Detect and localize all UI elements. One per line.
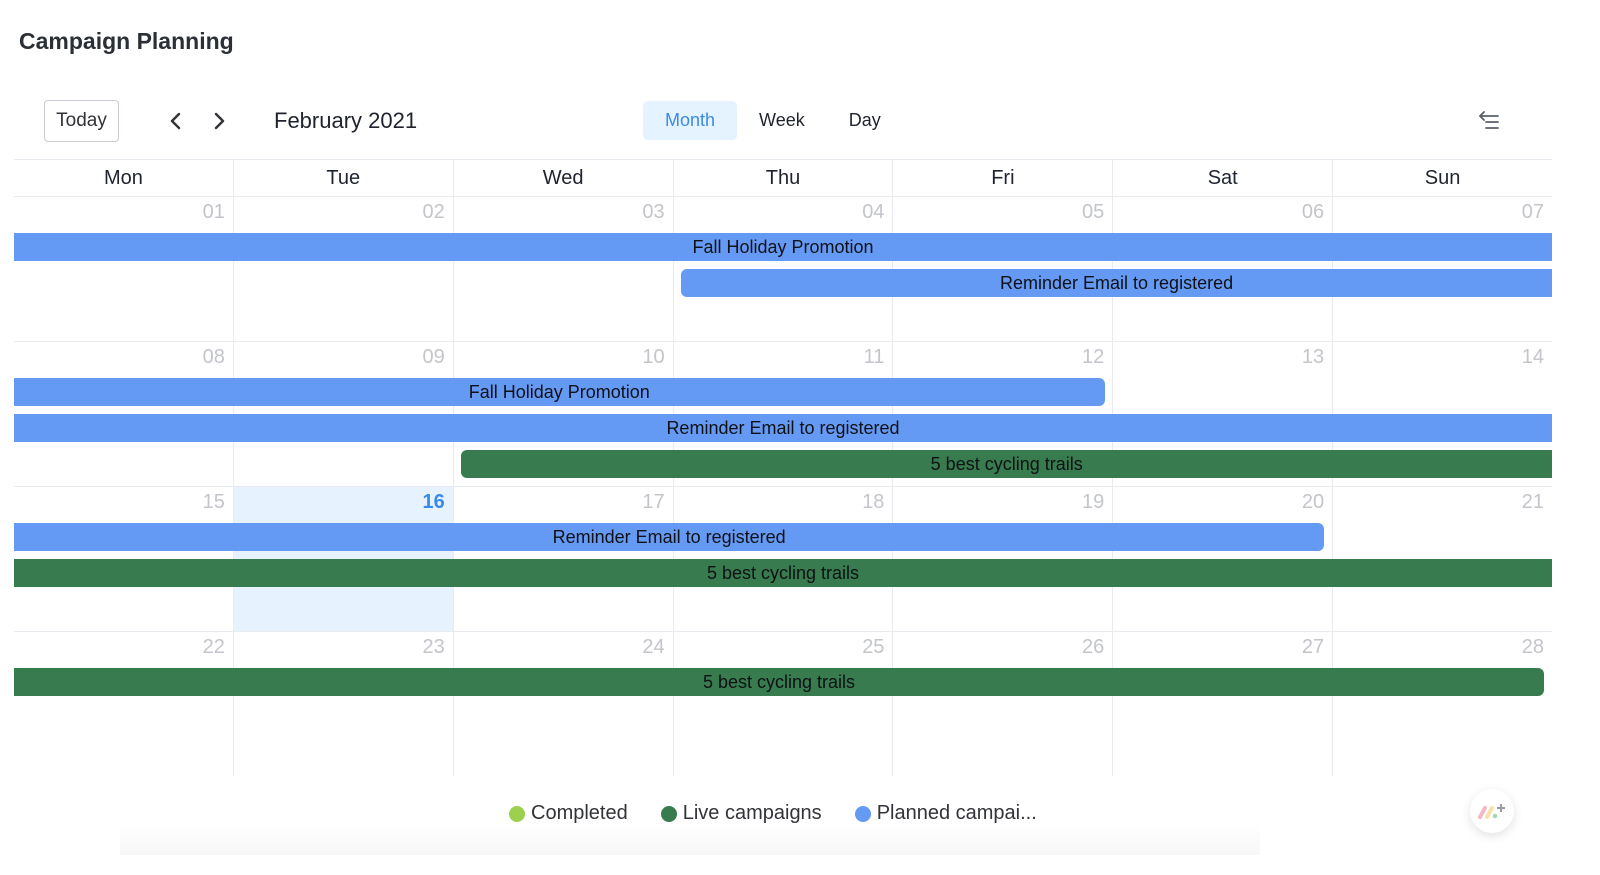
day-cell[interactable]: 26	[892, 632, 1112, 776]
day-cell[interactable]: 22	[14, 632, 233, 776]
collapse-menu-icon[interactable]	[1476, 108, 1502, 134]
tab-week[interactable]: Week	[737, 101, 827, 140]
chevron-left-icon	[170, 112, 181, 130]
campaign-event-bar[interactable]: Fall Holiday Promotion	[14, 233, 1552, 261]
day-number: 08	[202, 346, 225, 368]
weekday-header: Thu	[672, 160, 893, 196]
weekday-header: Tue	[232, 160, 453, 196]
day-number: 06	[1301, 201, 1325, 223]
day-number: 17	[642, 491, 665, 513]
weekday-header: Sat	[1112, 160, 1332, 196]
campaign-event-bar[interactable]: 5 best cycling trails	[14, 559, 1552, 587]
day-cell[interactable]: 27	[1112, 632, 1332, 776]
day-number: 14	[1521, 346, 1545, 368]
weekday-header: Wed	[452, 160, 673, 196]
day-number: 21	[1521, 491, 1545, 513]
weeks-container: 01 02 03 04 05 06 07 Fall Holiday Promotion Remi…	[14, 197, 1552, 776]
campaign-event-bar[interactable]: 5 best cycling trails	[461, 450, 1552, 478]
day-number: 22	[202, 636, 225, 658]
day-number: 20	[1301, 491, 1325, 513]
legend-item-planned[interactable]: Planned campai...	[854, 802, 1037, 825]
calendar-week-row: 08 09 10 11 12 13 14 Fall Holiday Promotion Remi…	[14, 342, 1552, 487]
view-switcher: Month Week Day	[643, 101, 903, 140]
day-number: 11	[863, 346, 885, 368]
weekday-header: Mon	[103, 166, 143, 189]
legend-item-completed[interactable]: Completed	[509, 802, 628, 825]
tab-day[interactable]: Day	[827, 101, 903, 140]
planned-dot-icon	[854, 805, 871, 822]
day-number: 12	[1082, 346, 1105, 368]
weekday-header-row: Mon Tue Wed Thu Fri Sat Sun	[14, 159, 1552, 197]
day-number: 24	[642, 636, 665, 658]
day-number: 07	[1521, 201, 1545, 223]
day-cell[interactable]: 25	[672, 632, 893, 776]
day-number: 16	[422, 491, 445, 513]
day-cell[interactable]: 02	[232, 197, 453, 341]
campaign-event-bar[interactable]: Reminder Email to registered	[681, 269, 1552, 297]
status-legend: Completed Live campaigns Planned campai.…	[509, 802, 1037, 825]
day-cell[interactable]: 24	[452, 632, 673, 776]
day-number: 25	[862, 636, 885, 658]
chevron-right-icon	[214, 112, 225, 130]
previous-month-button[interactable]	[162, 106, 190, 136]
current-month-label: February 2021	[274, 108, 418, 133]
day-number: 01	[202, 201, 225, 223]
legend-item-live[interactable]: Live campaigns	[660, 802, 822, 825]
legend-label: Completed	[531, 802, 628, 824]
day-cells: 22 23 24 25 26 27 28	[14, 632, 1552, 776]
day-cell[interactable]: 28	[1332, 632, 1552, 776]
legend-label: Live campaigns	[682, 802, 822, 824]
day-number: 03	[642, 201, 665, 223]
campaign-event-bar[interactable]: Reminder Email to registered	[14, 523, 1325, 551]
day-number: 15	[202, 491, 225, 513]
day-number: 04	[862, 201, 885, 223]
day-cell[interactable]: 01	[14, 197, 233, 341]
day-number: 19	[1082, 491, 1105, 513]
day-number: 10	[642, 346, 665, 368]
campaign-event-bar[interactable]: 5 best cycling trails	[14, 668, 1544, 696]
day-number: 02	[422, 201, 445, 223]
legend-label: Planned campai...	[876, 802, 1037, 824]
day-number: 13	[1301, 346, 1325, 368]
day-number: 18	[862, 491, 885, 513]
calendar-week-row: 01 02 03 04 05 06 07 Fall Holiday Promotion Remi…	[14, 197, 1552, 342]
today-button[interactable]: Today	[44, 100, 119, 142]
tab-month[interactable]: Month	[643, 101, 738, 140]
day-number: 27	[1301, 636, 1325, 658]
monday-plus-button[interactable]	[1470, 789, 1514, 833]
month-calendar-grid: Mon Tue Wed Thu Fri Sat Sun 01 02 03 04 05 06…	[14, 159, 1552, 776]
day-cell[interactable]: 03	[452, 197, 673, 341]
live-dot-icon	[660, 805, 677, 822]
completed-dot-icon	[509, 805, 525, 822]
next-month-button[interactable]	[205, 106, 233, 136]
day-number: 05	[1082, 201, 1105, 223]
campaign-event-bar[interactable]: Fall Holiday Promotion	[14, 378, 1105, 406]
day-number: 26	[1082, 636, 1105, 658]
day-number: 28	[1521, 636, 1545, 658]
day-number: 23	[422, 636, 445, 658]
calendar-week-row: 15 16 17 18 19 20 21 Reminder Email to register…	[14, 487, 1552, 632]
weekday-header: Sun	[1332, 160, 1552, 196]
calendar-week-row: 22 23 24 25 26 27 28 5 best cycling trails	[14, 632, 1552, 776]
day-number: 09	[422, 346, 445, 368]
campaign-event-bar[interactable]: Reminder Email to registered	[14, 414, 1552, 442]
weekday-header: Fri	[892, 160, 1112, 196]
day-cell[interactable]: 23	[232, 632, 453, 776]
page-title: Campaign Planning	[19, 28, 234, 54]
bottom-fade	[120, 825, 1260, 855]
monday-plus-icon	[1478, 804, 1505, 819]
